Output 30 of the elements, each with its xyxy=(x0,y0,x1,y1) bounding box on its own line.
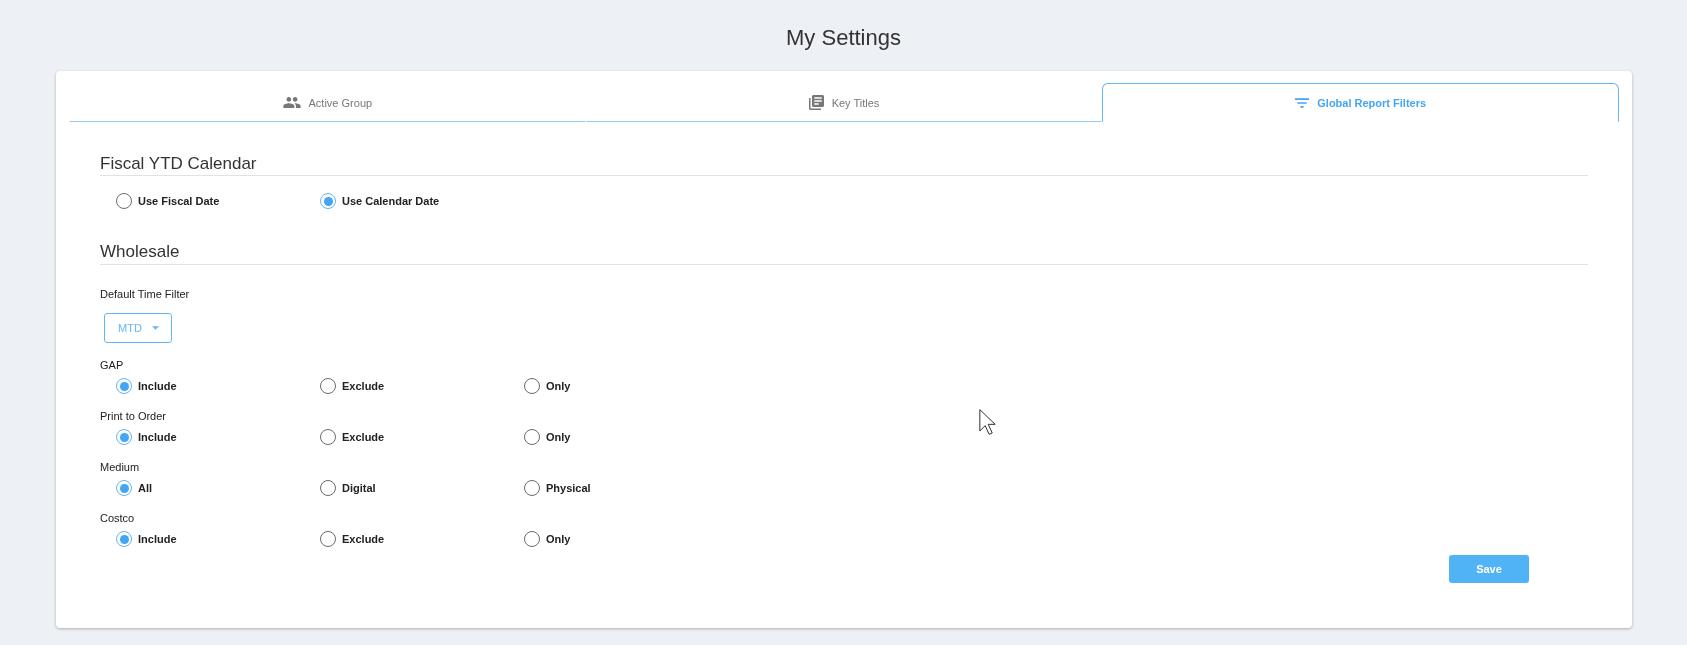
option-label: Exclude xyxy=(342,431,385,443)
option-label: Include xyxy=(138,380,177,392)
group-label: Costco xyxy=(100,511,135,525)
option-label: Exclude xyxy=(342,380,385,392)
caret-icon xyxy=(151,326,159,330)
group-label: GAP xyxy=(100,358,124,372)
option-label: Physical xyxy=(546,482,591,494)
option-label: Only xyxy=(546,533,571,545)
cursor-icon xyxy=(979,409,996,435)
option-label: Only xyxy=(546,380,571,392)
section-heading: Fiscal YTD Calendar xyxy=(100,154,258,174)
option-label: Use Fiscal Date xyxy=(138,195,220,207)
option-label: All xyxy=(138,482,153,494)
filter-icon xyxy=(1295,97,1310,108)
option-label: Include xyxy=(138,533,177,545)
option-label: Exclude xyxy=(342,533,385,545)
option-label: Use Calendar Date xyxy=(342,195,440,207)
group-label: Print to Order xyxy=(100,409,167,423)
tab[interactable]: Global Report Filters xyxy=(1102,83,1619,122)
group-label: Medium xyxy=(100,460,140,474)
section-heading: Wholesale xyxy=(100,242,181,262)
stacked-pages-icon xyxy=(808,95,824,110)
field-label: Default Time Filter xyxy=(100,287,190,301)
time-filter-dropdown[interactable]: MTD xyxy=(104,313,172,343)
save-button[interactable]: Save xyxy=(1449,555,1529,583)
option-label: Only xyxy=(546,431,571,443)
option-label: Include xyxy=(138,431,177,443)
option-label: Digital xyxy=(342,482,376,494)
people-icon xyxy=(282,97,301,108)
page-title: My Settings xyxy=(786,23,901,52)
